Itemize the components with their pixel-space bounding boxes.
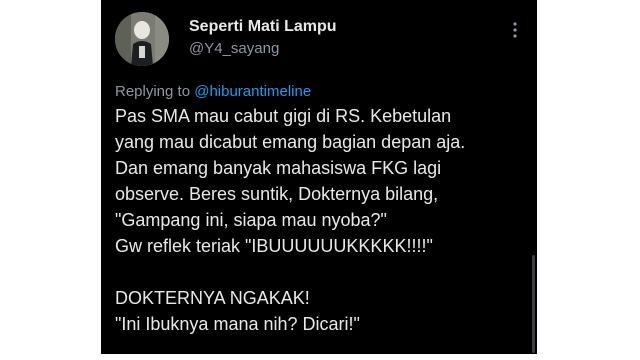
replying-to-label: Replying to: [115, 83, 191, 100]
tweet-text-line: "Ini Ibuknya mana nih? Dicari!": [115, 314, 360, 334]
more-vertical-icon[interactable]: [509, 20, 521, 40]
tweet-text-line: Pas SMA mau cabut gigi di RS. Kebetulan: [115, 106, 452, 126]
author-handle[interactable]: @Y4_sayang: [189, 40, 279, 57]
scrollbar[interactable]: [532, 255, 535, 353]
tweet-text-line: Gw reflek teriak "IBUUUUUUKKKKK!!!!": [115, 236, 433, 256]
avatar[interactable]: [115, 12, 169, 66]
tweet-card: Seperti Mati Lampu @Y4_sayang Replying t…: [101, 0, 537, 354]
tweet-text-line: Dan emang banyak mahasiswa FKG lagi: [115, 158, 442, 178]
tweet-text-line: DOKTERNYA NGAKAK!: [115, 288, 310, 308]
replying-to-mention-link[interactable]: @hiburantimeline: [194, 83, 311, 100]
avatar-image: [115, 12, 169, 66]
replying-to: Replying to @hiburantimeline: [115, 83, 311, 100]
tweet-text-line: [115, 259, 535, 285]
tweet-text: Pas SMA mau cabut gigi di RS. Kebetulan …: [115, 103, 535, 337]
tweet-text-line: "Gampang ini, siapa mau nyoba?": [115, 210, 387, 230]
tweet-text-line: observe. Beres suntik, Dokternya bilang,: [115, 184, 439, 204]
tweet-text-line: yang mau dicabut emang bagian depan aja.: [115, 132, 466, 152]
author-display-name[interactable]: Seperti Mati Lampu: [189, 18, 337, 36]
